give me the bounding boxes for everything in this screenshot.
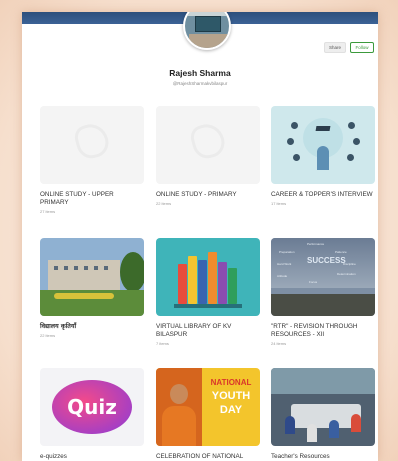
collection-title[interactable]: VIRTUAL LIBRARY OF KV BILASPUR xyxy=(156,323,260,339)
profile-card: Share Follow Rajesh Sharma @RajeshSharma… xyxy=(22,12,378,461)
wordcloud-word: Patience xyxy=(335,250,347,254)
collection-thumbnail[interactable] xyxy=(40,106,144,184)
wordcloud-word: Discipline xyxy=(343,262,356,266)
collection-thumbnail[interactable]: NATIONAL YOUTH DAY xyxy=(156,368,260,446)
wordcloud-word: Determination xyxy=(337,272,356,276)
graduation-cap-icon xyxy=(315,126,331,131)
school-building xyxy=(48,260,120,290)
collection-thumbnail[interactable] xyxy=(156,106,260,184)
collection-card[interactable]: Performance Preparation Patience Hard Wo… xyxy=(271,238,375,346)
book-icon xyxy=(198,260,207,304)
wordcloud-word: Attitude xyxy=(277,274,288,278)
collection-thumbnail[interactable]: Performance Preparation Patience Hard Wo… xyxy=(271,238,375,316)
poster-text: DAY xyxy=(219,404,243,416)
wordcloud-word: Performance xyxy=(307,242,325,246)
collection-card[interactable]: Quiz e-quizzes xyxy=(40,368,144,461)
collection-thumbnail[interactable] xyxy=(271,106,375,184)
profile-name: Rajesh Sharma xyxy=(169,68,231,78)
book-icon xyxy=(208,252,217,304)
collection-count: 24 items xyxy=(271,341,287,346)
profile-handle: @RajeshSharmakvbilaspur xyxy=(172,81,228,86)
placeholder-logo-icon xyxy=(72,120,112,162)
collection-count: 22 items xyxy=(40,333,56,338)
collection-title[interactable]: "RTR" - REVISION THROUGH RESOURCES - XII xyxy=(271,323,375,339)
collection-count: 17 items xyxy=(271,201,287,206)
share-button[interactable]: Share xyxy=(324,42,346,53)
collection-title[interactable]: CAREER & TOPPER'S INTERVIEW xyxy=(271,191,375,199)
wordcloud-word: Preparation xyxy=(279,250,295,254)
collection-thumbnail[interactable] xyxy=(40,238,144,316)
book-icon xyxy=(188,256,197,304)
quiz-thumbnail-text: Quiz xyxy=(67,395,117,419)
collection-card[interactable]: VIRTUAL LIBRARY OF KV BILASPUR 7 items xyxy=(156,238,260,346)
collection-count: 22 items xyxy=(156,201,172,206)
collection-card[interactable]: Teacher's Resources xyxy=(271,368,375,461)
collection-thumbnail[interactable]: Quiz xyxy=(40,368,144,446)
wordcloud-word: Hard Work xyxy=(277,262,292,266)
poster-text: NATIONAL xyxy=(210,378,252,387)
placeholder-logo-icon xyxy=(188,120,228,162)
collection-title[interactable]: विद्यालय कृतियाँ xyxy=(40,323,144,331)
poster-text: YOUTH xyxy=(211,390,251,402)
collection-card[interactable]: ONLINE STUDY - PRIMARY 22 items xyxy=(156,106,260,206)
collection-card[interactable]: CAREER & TOPPER'S INTERVIEW 17 items xyxy=(271,106,375,206)
student-figure xyxy=(317,146,329,170)
collection-thumbnail[interactable] xyxy=(156,238,260,316)
collection-count: 27 items xyxy=(40,209,56,214)
collection-title[interactable]: CELEBRATION OF NATIONAL xyxy=(156,453,260,461)
collection-title[interactable]: e-quizzes xyxy=(40,453,144,461)
collection-card[interactable]: NATIONAL YOUTH DAY CELEBRATION OF NATION… xyxy=(156,368,260,461)
avatar[interactable] xyxy=(183,12,231,50)
collection-card[interactable]: ONLINE STUDY - UPPER PRIMARY 27 items xyxy=(40,106,144,214)
book-icon xyxy=(228,268,237,304)
wordcloud-word: SUCCESS xyxy=(307,256,346,265)
book-icon xyxy=(218,262,227,304)
collection-title[interactable]: Teacher's Resources xyxy=(271,453,375,461)
collection-card[interactable]: विद्यालय कृतियाँ 22 items xyxy=(40,238,144,338)
follow-button[interactable]: Follow xyxy=(350,42,374,53)
collection-count: 7 items xyxy=(156,341,169,346)
collection-thumbnail[interactable] xyxy=(271,368,375,446)
collection-title[interactable]: ONLINE STUDY - UPPER PRIMARY xyxy=(40,191,144,207)
wordcloud-word: Focus xyxy=(309,280,318,284)
book-icon xyxy=(178,264,187,304)
collection-title[interactable]: ONLINE STUDY - PRIMARY xyxy=(156,191,260,199)
